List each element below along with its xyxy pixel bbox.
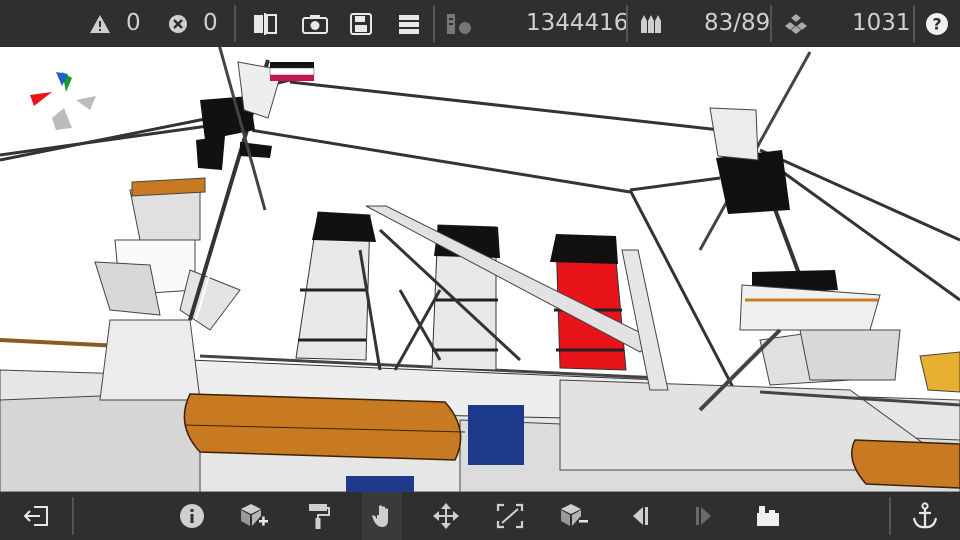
parts-icon[interactable]	[778, 0, 814, 47]
build-icon[interactable]	[748, 492, 788, 540]
top-toolbar: 0 0 1344416 83/89 1031 ?	[0, 0, 960, 47]
separator	[626, 5, 628, 42]
poly-count: 1344416	[526, 10, 629, 36]
warning-icon[interactable]	[86, 0, 114, 47]
undo-icon[interactable]	[620, 492, 660, 540]
help-icon[interactable]: ?	[920, 0, 954, 47]
error-icon[interactable]	[164, 0, 192, 47]
funnel-1	[295, 211, 376, 361]
ammo-count: 83/89	[704, 10, 771, 36]
anchor-icon[interactable]	[905, 492, 945, 540]
errors-count: 0	[203, 10, 218, 36]
separator	[770, 5, 772, 42]
info-icon[interactable]	[172, 492, 212, 540]
redo-icon[interactable]	[684, 492, 724, 540]
add-block-icon[interactable]	[234, 492, 274, 540]
paint-roller-icon[interactable]	[298, 492, 338, 540]
exit-icon[interactable]	[16, 492, 56, 540]
hand-icon[interactable]	[362, 492, 402, 540]
orientation-gizmo[interactable]	[30, 72, 96, 130]
blue-panel	[468, 405, 524, 465]
lifeboat-left	[183, 393, 466, 461]
separator	[433, 5, 435, 42]
remove-block-icon[interactable]	[554, 492, 594, 540]
split-view-icon[interactable]	[248, 0, 282, 47]
camera-icon[interactable]	[298, 0, 332, 47]
ship-model-scene	[0, 47, 960, 492]
move-icon[interactable]	[426, 492, 466, 540]
resize-icon[interactable]	[490, 492, 530, 540]
separator	[913, 5, 915, 42]
mast-right	[698, 51, 960, 412]
separator	[72, 497, 74, 535]
svg-text:?: ?	[932, 14, 941, 33]
menu-icon[interactable]	[392, 0, 426, 47]
save-icon[interactable]	[344, 0, 378, 47]
ammo-icon[interactable]	[634, 0, 668, 47]
parts-count: 1031	[852, 10, 911, 36]
3d-viewport[interactable]	[0, 47, 960, 492]
mast-left	[188, 47, 315, 321]
bottom-toolbar	[0, 492, 960, 540]
lifeboat-right	[851, 439, 960, 489]
separator	[234, 5, 236, 42]
separator	[889, 497, 891, 535]
stats-icon[interactable]	[442, 0, 476, 47]
blue-panel-lower	[346, 476, 414, 492]
warnings-count: 0	[126, 10, 141, 36]
